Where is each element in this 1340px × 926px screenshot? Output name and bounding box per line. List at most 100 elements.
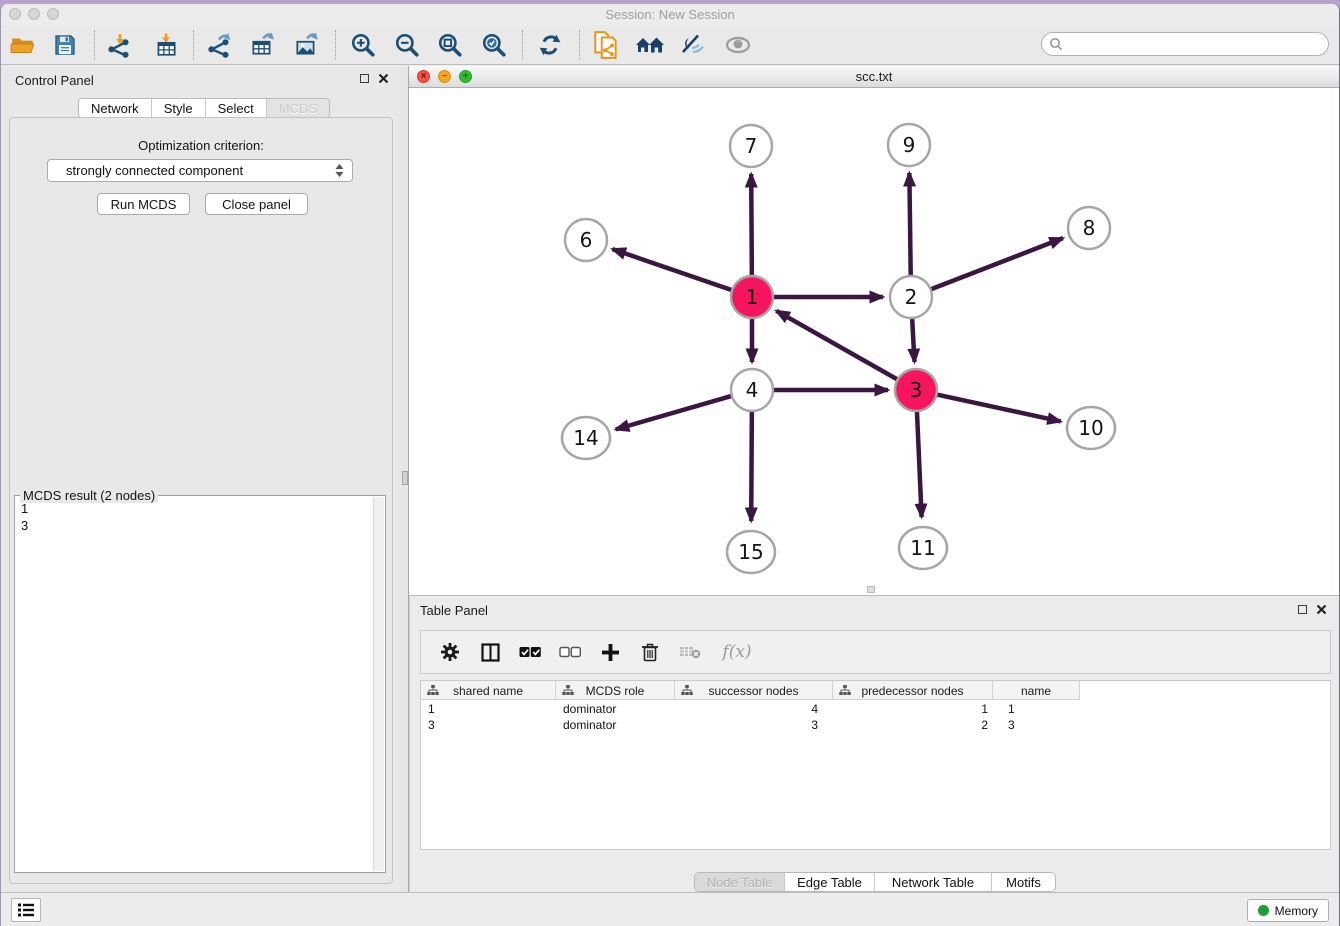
close-panel-icon[interactable] [378, 73, 389, 84]
cell-name: 3 [993, 717, 1080, 733]
run-mcds-button[interactable]: Run MCDS [97, 193, 190, 215]
export-image-icon [293, 32, 319, 58]
canvas-resize-handle[interactable] [867, 586, 875, 593]
node-label-4: 4 [746, 378, 759, 402]
tab-edge-table[interactable]: Edge Table [785, 873, 875, 891]
refresh-view-button[interactable] [533, 28, 567, 62]
edge-3-10[interactable] [935, 394, 1061, 421]
trash-icon [641, 642, 659, 662]
column-header-predecessor-nodes[interactable]: predecessor nodes [833, 681, 993, 700]
table-toolbar: f(x) [420, 630, 1331, 674]
toolbar-separator [335, 30, 336, 60]
edge-2-9[interactable] [909, 173, 910, 278]
tab-network[interactable]: Network [79, 99, 152, 117]
eye-slash-icon [679, 33, 707, 57]
toolbar-separator [522, 30, 523, 60]
network-graph[interactable]: 1234678910111415 [409, 88, 1339, 596]
optimization-criterion-label: Optimization criterion: [10, 138, 392, 153]
criterion-select[interactable]: strongly connected component [47, 159, 353, 182]
main-toolbar [1, 25, 1339, 65]
titlebar: Session: New Session [1, 4, 1339, 25]
zoom-fit-button[interactable] [433, 28, 467, 62]
network-canvas[interactable]: 1234678910111415 [409, 88, 1337, 595]
table-panel-title: Table Panel [420, 603, 488, 618]
tab-network-table[interactable]: Network Table [875, 873, 992, 891]
column-header-name[interactable]: name [993, 681, 1080, 700]
close-table-panel-icon[interactable] [1316, 604, 1327, 615]
toolbar-separator [193, 30, 194, 60]
delete-table-button[interactable] [677, 639, 703, 665]
delete-column-button[interactable] [637, 639, 663, 665]
table-delete-icon [679, 644, 701, 660]
tab-mcds[interactable]: MCDS [267, 99, 329, 117]
table-header-row: shared name MCDS role [421, 681, 1080, 700]
edge-2-8[interactable] [929, 238, 1063, 290]
column-header-mcds-role[interactable]: MCDS role [556, 681, 675, 700]
result-line: 3 [21, 517, 28, 534]
zoom-out-button[interactable] [390, 28, 424, 62]
node-label-2: 2 [905, 285, 918, 309]
float-table-panel-icon[interactable] [1298, 605, 1307, 614]
zoom-in-button[interactable] [346, 28, 380, 62]
export-table-button[interactable] [245, 28, 279, 62]
eye-icon [723, 34, 753, 56]
edge-4-15[interactable] [751, 409, 752, 521]
tab-style[interactable]: Style [152, 99, 206, 117]
close-panel-button[interactable]: Close panel [205, 193, 308, 215]
plus-icon [601, 643, 620, 662]
splitter-handle[interactable] [402, 471, 408, 485]
network-title: scc.txt [409, 69, 1339, 84]
add-column-button[interactable] [597, 639, 623, 665]
import-table-icon [153, 32, 179, 58]
export-image-button[interactable] [289, 28, 323, 62]
zoom-fit-icon [437, 32, 463, 58]
select-all-button[interactable] [517, 639, 543, 665]
node-label-8: 8 [1083, 216, 1096, 240]
column-header-successor-nodes[interactable]: successor nodes [675, 681, 833, 700]
result-scrollbar[interactable] [373, 497, 384, 871]
export-network-button[interactable] [202, 28, 236, 62]
function-builder-button[interactable]: f(x) [717, 639, 757, 665]
column-header-shared-name[interactable]: shared name [421, 681, 556, 700]
toolbar-separator [94, 30, 95, 60]
tab-select[interactable]: Select [206, 99, 267, 117]
tab-node-table[interactable]: Node Table [695, 873, 785, 891]
edge-1-6[interactable] [612, 249, 734, 291]
vertical-splitter[interactable] [401, 66, 409, 892]
table-settings-button[interactable] [437, 639, 463, 665]
edge-1-7[interactable] [751, 174, 752, 278]
zoom-out-icon [394, 32, 420, 58]
unselect-all-button[interactable] [557, 639, 583, 665]
cell-shared-name: 1 [421, 701, 556, 717]
result-line: 1 [21, 500, 28, 517]
zoom-selected-button[interactable] [477, 28, 511, 62]
table-row[interactable]: 1 dominator 4 1 1 [421, 701, 1080, 717]
gear-icon [440, 642, 460, 662]
task-history-button[interactable] [11, 898, 41, 922]
hide-graphics-details-button[interactable] [676, 28, 710, 62]
export-table-icon [249, 32, 275, 58]
column-chooser-button[interactable] [477, 639, 503, 665]
node-label-3: 3 [910, 378, 923, 402]
edge-3-11[interactable] [917, 409, 922, 517]
tree-icon [839, 685, 851, 696]
node-label-15: 15 [738, 540, 763, 564]
table-panel-header: Table Panel [410, 596, 1339, 624]
edge-4-14[interactable] [616, 395, 734, 429]
houses-button[interactable] [633, 28, 667, 62]
import-table-button[interactable] [149, 28, 183, 62]
new-network-from-file-button[interactable] [589, 28, 623, 62]
houses-icon [635, 33, 665, 57]
open-session-button[interactable] [6, 28, 40, 62]
import-network-button[interactable] [102, 28, 136, 62]
edge-2-3[interactable] [912, 316, 914, 362]
table-row[interactable]: 3 dominator 3 2 3 [421, 717, 1080, 733]
tab-motifs[interactable]: Motifs [992, 873, 1055, 891]
float-panel-icon[interactable] [360, 74, 369, 83]
search-input[interactable] [1068, 35, 1328, 53]
save-session-button[interactable] [48, 28, 82, 62]
show-graphics-details-button[interactable] [721, 28, 755, 62]
memory-button[interactable]: Memory [1247, 899, 1329, 922]
edge-3-1[interactable] [776, 311, 899, 381]
memory-status-dot [1258, 905, 1269, 916]
